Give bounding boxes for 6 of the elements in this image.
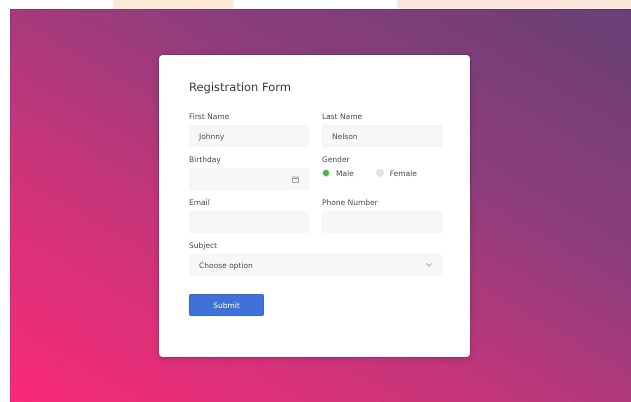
date-field[interactable] — [189, 168, 309, 190]
chevron-down-icon — [426, 263, 432, 267]
form-title: Registration Form — [189, 80, 292, 94]
radio-button[interactable] — [322, 169, 330, 177]
radio-button[interactable] — [376, 169, 384, 177]
calendar-icon — [292, 176, 299, 182]
